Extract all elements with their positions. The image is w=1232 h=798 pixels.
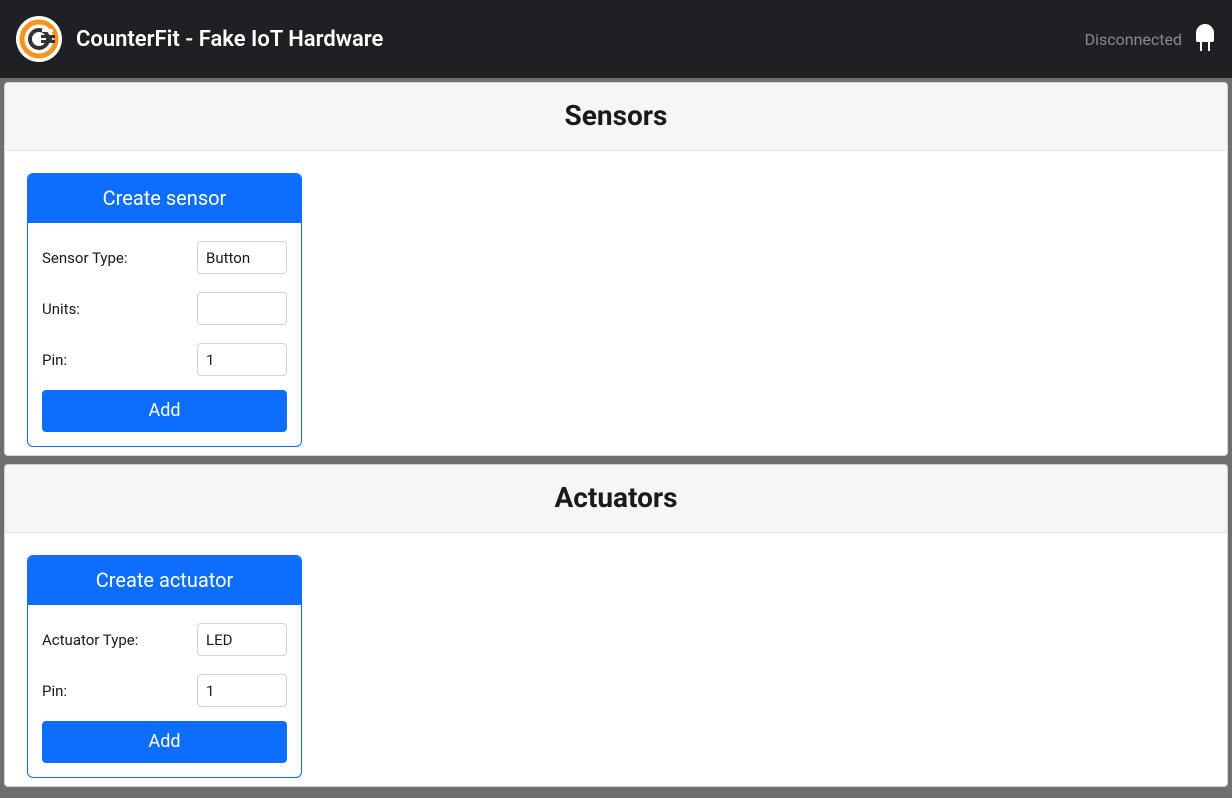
sensors-title: Sensors (5, 99, 1227, 132)
nav-right: Disconnected (1085, 24, 1216, 54)
brand: CounterFit - Fake IoT Hardware (16, 16, 383, 62)
app-title: CounterFit - Fake IoT Hardware (76, 27, 383, 52)
add-actuator-button[interactable]: Add (42, 721, 287, 763)
create-actuator-card-title: Create actuator (28, 556, 301, 605)
sensor-pin-row: Pin: 1 (42, 343, 287, 376)
create-actuator-card: Create actuator Actuator Type: LED Pin: … (27, 555, 302, 778)
actuator-type-row: Actuator Type: LED (42, 623, 287, 656)
actuators-title: Actuators (5, 481, 1227, 514)
actuators-body: Create actuator Actuator Type: LED Pin: … (5, 533, 1227, 786)
actuator-pin-row: Pin: 1 (42, 674, 287, 707)
led-status-icon (1194, 24, 1216, 54)
sensor-units-select[interactable] (197, 292, 287, 325)
create-sensor-card: Create sensor Sensor Type: Button Units: (27, 173, 302, 447)
sensors-panel: Sensors Create sensor Sensor Type: Butto… (4, 82, 1228, 456)
sensor-type-label: Sensor Type: (42, 249, 127, 267)
sensor-type-row: Sensor Type: Button (42, 241, 287, 274)
main-content: Sensors Create sensor Sensor Type: Butto… (0, 78, 1232, 787)
actuator-type-label: Actuator Type: (42, 631, 138, 649)
logo-icon (16, 16, 62, 62)
create-sensor-card-title: Create sensor (28, 174, 301, 223)
sensors-body: Create sensor Sensor Type: Button Units: (5, 151, 1227, 455)
sensor-units-row: Units: (42, 292, 287, 325)
actuators-header: Actuators (5, 465, 1227, 533)
sensors-header: Sensors (5, 83, 1227, 151)
create-actuator-form: Actuator Type: LED Pin: 1 (28, 605, 301, 721)
create-sensor-form: Sensor Type: Button Units: Pin: (28, 223, 301, 390)
navbar: CounterFit - Fake IoT Hardware Disconnec… (0, 0, 1232, 78)
actuator-pin-label: Pin: (42, 682, 67, 700)
sensor-type-select[interactable]: Button (197, 241, 287, 274)
connection-status: Disconnected (1085, 30, 1182, 49)
sensor-pin-select[interactable]: 1 (197, 343, 287, 376)
actuators-panel: Actuators Create actuator Actuator Type:… (4, 464, 1228, 787)
add-sensor-button[interactable]: Add (42, 390, 287, 432)
actuator-type-select[interactable]: LED (197, 623, 287, 656)
sensor-pin-label: Pin: (42, 351, 67, 369)
actuator-pin-select[interactable]: 1 (197, 674, 287, 707)
sensor-units-label: Units: (42, 300, 80, 318)
